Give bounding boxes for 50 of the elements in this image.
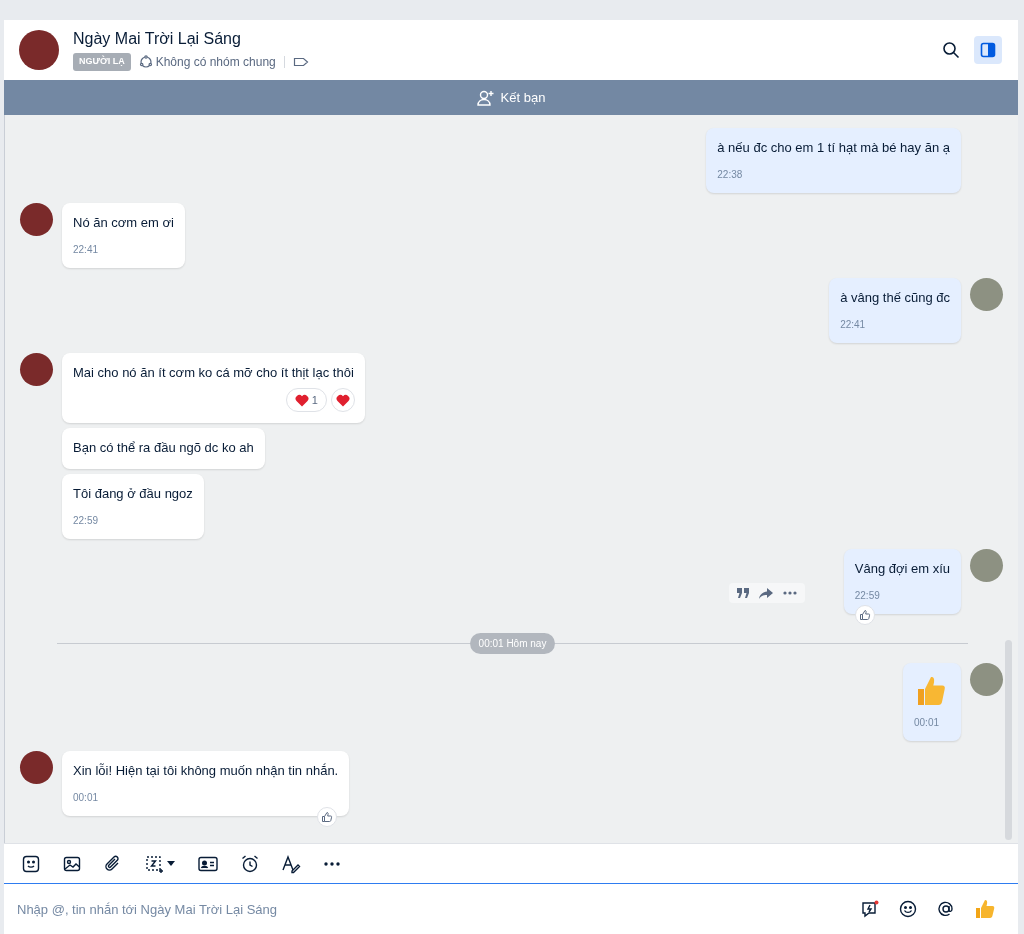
add-friend-bar[interactable]: Kết bạn [4, 80, 1018, 115]
alarm-clock-icon[interactable] [240, 853, 260, 874]
quick-message-icon[interactable] [860, 899, 880, 919]
text-format-icon[interactable] [281, 853, 301, 874]
scrollbar[interactable] [1005, 640, 1012, 840]
message-text: à nếu đc cho em 1 tí hạt mà bé hay ăn ạ [717, 139, 950, 157]
share-arrow-icon[interactable] [758, 587, 773, 599]
search-icon[interactable] [942, 41, 960, 59]
avatar[interactable] [20, 751, 53, 784]
message-time: 22:41 [73, 243, 100, 257]
message-text: Tôi đang ở đầu ngoz [73, 485, 193, 503]
panel-icon [980, 42, 996, 58]
like-icon [858, 609, 871, 621]
stranger-label: NGƯỜI LẠ [73, 53, 131, 71]
contact-name: Ngày Mai Trời Lại Sáng [73, 29, 242, 49]
message-text: Bạn có thể ra đầu ngõ dc ko ah [73, 439, 254, 457]
avatar[interactable] [20, 353, 53, 386]
like-icon [321, 811, 334, 823]
message-text: Xin lỗi! Hiện tại tôi không muốn nhận tin nhắn. [73, 762, 339, 780]
heart-icon [294, 393, 309, 407]
avatar[interactable] [19, 30, 59, 70]
message-text: Mai cho nó ăn ít cơm ko cá mỡ cho ít thịt lạc thôi [73, 364, 354, 382]
group-icon [138, 55, 153, 69]
message-time: 22:38 [717, 168, 744, 182]
message-time: 00:01 [914, 716, 941, 730]
thumbs-up-icon[interactable] [974, 898, 996, 920]
add-user-icon [476, 88, 495, 107]
mention-icon[interactable] [936, 899, 956, 919]
emoji-icon[interactable] [898, 899, 918, 919]
message-time: 22:59 [854, 589, 881, 603]
screenshot-icon[interactable] [144, 853, 164, 874]
like-react-button[interactable] [317, 807, 338, 827]
heart-react-button[interactable] [330, 388, 355, 412]
heart-icon [335, 393, 350, 407]
tag-icon[interactable] [292, 56, 309, 68]
common-groups-label[interactable]: Không có nhóm chung [155, 53, 276, 71]
quote-icon[interactable] [736, 588, 749, 598]
heart-reaction-count[interactable]: 1 [285, 388, 327, 412]
message-text: Nó ăn cơm em ơi [73, 214, 174, 232]
sticker-icon[interactable] [21, 853, 41, 874]
message-input[interactable]: Nhập @, tin nhắn tới Ngày Mai Trời Lại Sáng [17, 894, 842, 924]
sidebar-toggle-button[interactable] [974, 36, 1002, 64]
caret-icon[interactable] [166, 859, 176, 868]
message-time: 22:59 [73, 514, 100, 528]
message-text: Vâng đợi em xíu [854, 560, 950, 578]
message-time: 00:01 [73, 791, 100, 805]
message-time: 22:41 [840, 318, 867, 332]
like-react-button[interactable] [854, 605, 875, 625]
avatar[interactable] [20, 203, 53, 236]
message-text: à vâng thế cũng đc [840, 289, 950, 307]
